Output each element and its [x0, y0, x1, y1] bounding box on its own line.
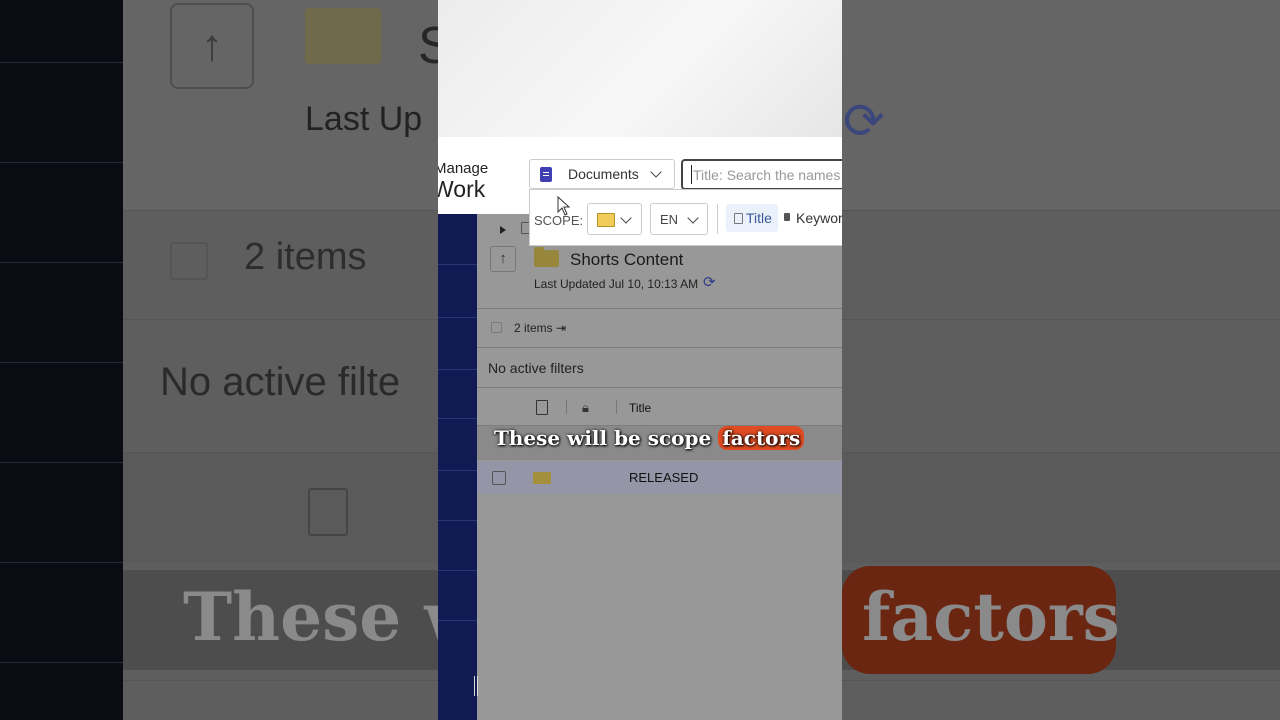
bg-checkbox [170, 242, 208, 280]
bg-no-filters: No active filte [160, 360, 401, 404]
document-type-dropdown[interactable]: Documents [529, 159, 675, 189]
select-all-checkbox[interactable] [491, 322, 502, 333]
title-icon [734, 213, 743, 224]
expand-icon[interactable] [500, 226, 506, 234]
mouse-pointer-icon [557, 196, 571, 216]
last-updated: Last Updated Jul 10, 10:13 AM [534, 277, 699, 291]
chevron-down-icon [687, 212, 699, 224]
bg-caption-left: These w [183, 578, 482, 656]
brand-line1: Manage [438, 160, 489, 177]
refresh-icon[interactable]: ⟳ [703, 273, 716, 291]
column-title[interactable]: Title [629, 401, 651, 415]
language-dropdown[interactable]: EN [650, 203, 708, 235]
bg-items-count: 2 items [244, 236, 367, 278]
row-checkbox[interactable] [492, 471, 506, 485]
lock-column-icon: 🔒︎ [582, 400, 589, 415]
bg-last-updated: Last Up [305, 100, 423, 138]
i-beam-cursor-icon [474, 676, 478, 696]
keywords-icon [784, 213, 790, 221]
bg-caption-right: factors [862, 578, 1120, 656]
up-folder-button[interactable]: ↑ [490, 246, 516, 272]
bg-document-icon [308, 488, 348, 536]
video-caption: These will be scope factors [494, 426, 805, 450]
chevron-down-icon [620, 212, 632, 224]
brand-line2: Work [438, 176, 486, 202]
hero-banner [438, 0, 842, 137]
mode-title-label[interactable]: Title [746, 210, 772, 226]
search-input[interactable]: Title: Search the names of [681, 159, 842, 190]
document-column-icon [536, 400, 548, 415]
caption-highlight: factors [718, 426, 805, 450]
bg-sync-icon: ⟳ [843, 93, 885, 149]
mode-keywords-label[interactable]: Keywords [796, 210, 842, 226]
app-window: Manage Work ↑ Shorts Content Last Update… [438, 0, 842, 720]
language-label: EN [660, 212, 679, 227]
row-title[interactable]: RELEASED [629, 470, 698, 485]
items-count: 2 items ⇥ [514, 321, 567, 335]
folder-title: Shorts Content [570, 250, 684, 269]
folder-icon [597, 213, 615, 227]
export-icon[interactable]: ⇥ [556, 321, 566, 335]
scope-folder-dropdown[interactable] [587, 203, 642, 235]
bg-folder-icon [305, 8, 381, 64]
bg-up-arrow-icon: ↑ [170, 3, 254, 89]
row-folder-icon [533, 472, 551, 484]
chevron-down-icon [650, 166, 662, 178]
bg-dark-strip [0, 0, 123, 720]
folder-icon [534, 247, 559, 267]
text-caret [691, 165, 692, 184]
filters-status: No active filters [488, 360, 584, 376]
document-type-label: Documents [568, 166, 639, 182]
document-icon [540, 166, 552, 182]
side-nav [438, 214, 477, 720]
